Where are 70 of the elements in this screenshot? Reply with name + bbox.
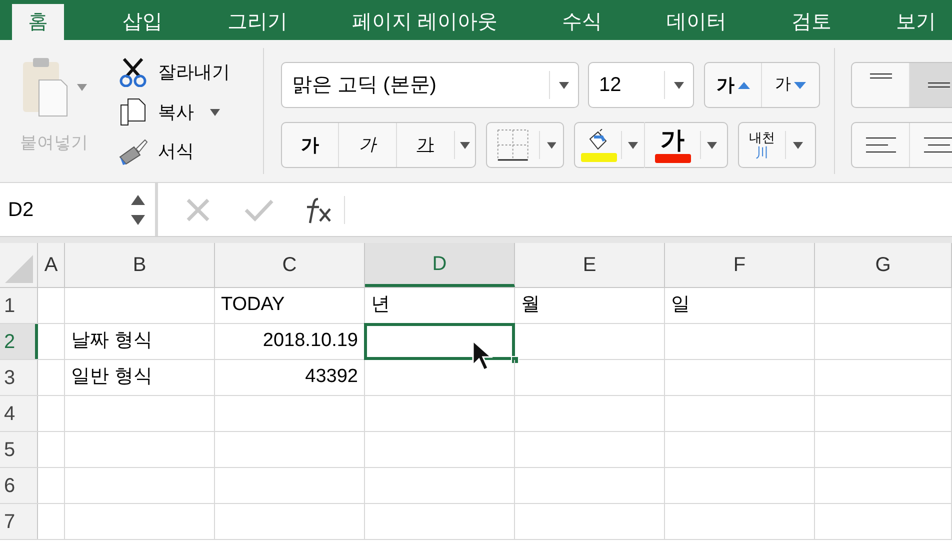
scissors-icon	[118, 57, 148, 87]
column-header[interactable]: D	[365, 243, 515, 287]
copy-icon	[118, 97, 148, 127]
align-top-icon	[870, 73, 892, 79]
cut-button[interactable]: 잘라내기	[118, 57, 249, 87]
fill-handle[interactable]	[511, 356, 519, 364]
row-header[interactable]: 3	[0, 360, 38, 395]
font-color-swatch	[654, 154, 690, 162]
triangle-up-icon	[738, 82, 750, 88]
ribbon-tab[interactable]: 홈	[12, 4, 64, 40]
increase-font-size-button[interactable]: 가	[705, 63, 762, 107]
cell-text: 년	[371, 293, 390, 318]
underline-button[interactable]: 가	[396, 123, 454, 167]
close-icon	[186, 198, 210, 222]
ribbon-tab[interactable]: 보기	[890, 4, 942, 40]
row-header[interactable]: 2	[0, 324, 38, 359]
spin-arrows-icon	[131, 192, 145, 226]
ribbon-tab[interactable]: 수식	[556, 4, 608, 40]
align-left-icon	[866, 137, 896, 153]
triangle-down-icon	[794, 82, 806, 88]
caret-icon	[793, 142, 803, 148]
cell-text: TODAY	[221, 293, 285, 318]
checkmark-icon	[244, 198, 274, 222]
column-header[interactable]: B	[65, 243, 215, 287]
font-name-dropdown[interactable]: 맑은 고딕 (본문)	[281, 62, 579, 108]
caret-icon	[460, 142, 470, 148]
caret-icon	[210, 108, 220, 116]
caret-icon	[674, 82, 684, 88]
ribbon-tab[interactable]: 그리기	[221, 4, 294, 40]
cell-text: 일반 형식	[71, 365, 152, 390]
borders-icon	[496, 127, 530, 163]
row-header[interactable]: 7	[0, 504, 38, 539]
decrease-font-size-button[interactable]: 가	[762, 63, 819, 107]
ribbon-tab[interactable]: 검토	[785, 4, 838, 40]
ribbon-tab[interactable]: 페이지 레이아웃	[346, 4, 504, 40]
triangle-icon	[5, 255, 33, 283]
cell-text: 43392	[305, 365, 358, 390]
italic-button[interactable]: 가	[339, 123, 397, 167]
align-middle-button[interactable]	[910, 63, 952, 107]
phonetic-guide-button[interactable]: 내천 川	[738, 122, 816, 168]
clipboard-icon	[21, 56, 69, 118]
cell-text: 일	[671, 293, 690, 318]
column-header[interactable]: A	[38, 243, 65, 287]
borders-button[interactable]	[486, 122, 564, 168]
active-cell-border[interactable]	[364, 323, 515, 360]
format-painter-button[interactable]: 서식	[118, 137, 249, 165]
paintbrush-icon	[118, 137, 148, 165]
row-header[interactable]: 6	[0, 468, 38, 503]
font-size-dropdown[interactable]: 12	[588, 62, 694, 108]
align-middle-icon	[928, 82, 950, 88]
caret-icon	[546, 142, 556, 148]
caret-icon	[628, 142, 638, 148]
caret-icon	[77, 84, 87, 91]
caret-icon	[707, 142, 717, 148]
row-header[interactable]: 4	[0, 396, 38, 431]
bold-button[interactable]: 가	[282, 123, 340, 167]
ribbon-tab[interactable]: 데이터	[660, 4, 733, 40]
cell-text: 2018.10.19	[262, 329, 358, 354]
ribbon-tab[interactable]: 삽입	[116, 4, 169, 40]
cell-text: 날짜 형식	[71, 329, 152, 354]
cell-text: 월	[521, 293, 540, 318]
caret-icon	[559, 82, 569, 88]
fill-color-swatch	[580, 152, 616, 162]
row-header[interactable]: 5	[0, 432, 38, 467]
column-header[interactable]: E	[515, 243, 665, 287]
row-header[interactable]: 1	[0, 288, 38, 323]
column-header[interactable]: G	[815, 243, 952, 287]
copy-button[interactable]: 복사	[118, 97, 249, 127]
align-center-icon	[924, 137, 952, 153]
column-header[interactable]: F	[665, 243, 815, 287]
